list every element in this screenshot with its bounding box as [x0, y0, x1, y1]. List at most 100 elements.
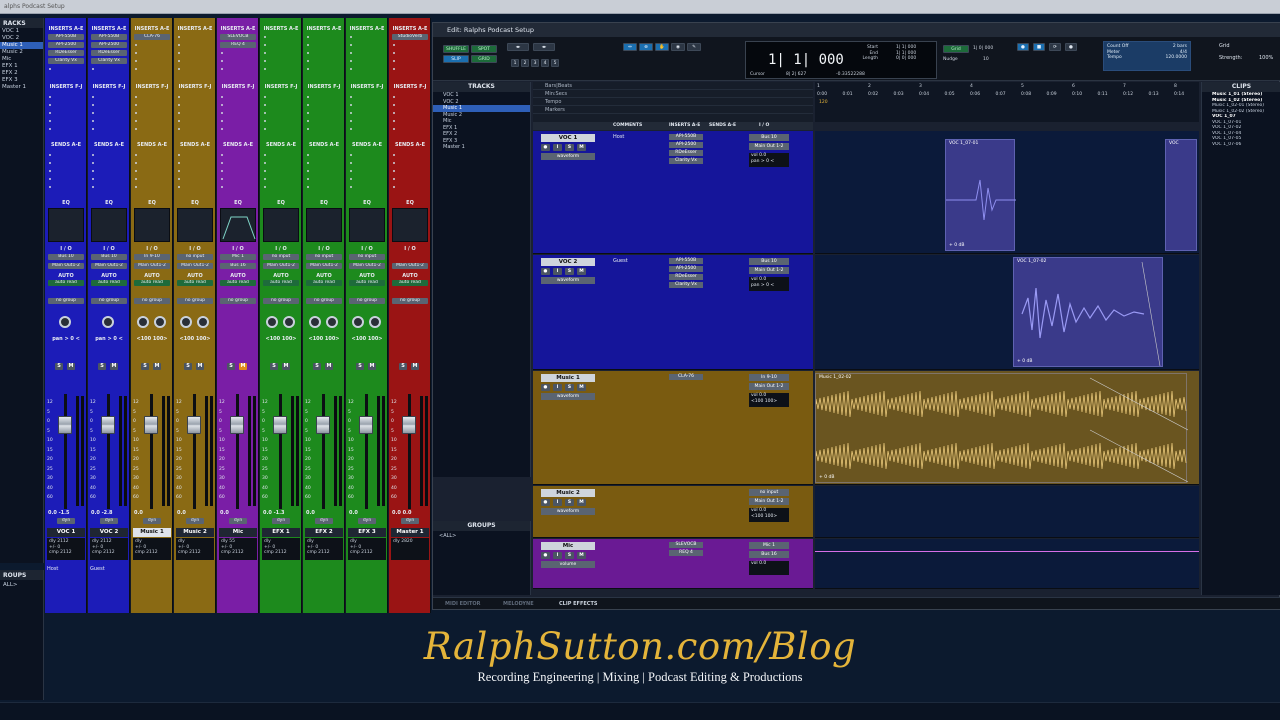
empty-slot[interactable]: [135, 162, 137, 164]
grid-value-label[interactable]: Grid: [943, 45, 969, 53]
input-selector[interactable]: Bus 10: [749, 134, 789, 141]
input-monitor-button[interactable]: I: [553, 268, 562, 275]
mute-button[interactable]: M: [577, 499, 586, 506]
empty-slot[interactable]: [307, 36, 309, 38]
input-selector[interactable]: Bus 10: [48, 254, 84, 260]
group-selector[interactable]: no group: [48, 298, 84, 304]
pan-knob[interactable]: [102, 316, 114, 328]
empty-slot[interactable]: [135, 68, 137, 70]
empty-slot[interactable]: [92, 96, 94, 98]
timeline-ruler[interactable]: 1 2 3 4 5 6 7 8 0:00 0:01 0:02 0:03 0:04 0:05 0:06 0:07…: [815, 82, 1199, 122]
volume-pan-readout[interactable]: vol 0.0 pan > 0 <: [749, 153, 789, 167]
empty-slot[interactable]: [393, 112, 395, 114]
track-list-item[interactable]: Music 1: [0, 42, 43, 49]
empty-slot[interactable]: [307, 154, 309, 156]
empty-slot[interactable]: [350, 112, 352, 114]
empty-slot[interactable]: [221, 186, 223, 188]
fader-track[interactable]: [408, 394, 411, 509]
nudge-value[interactable]: 10: [983, 57, 989, 62]
empty-slot[interactable]: [178, 128, 180, 130]
mute-button[interactable]: M: [153, 363, 161, 370]
empty-slot[interactable]: [49, 128, 51, 130]
solo-button[interactable]: S: [184, 363, 192, 370]
insert-slot[interactable]: RDeEsser: [48, 50, 84, 56]
eq-graph[interactable]: [91, 208, 127, 242]
solo-button[interactable]: S: [399, 363, 407, 370]
pan-left-knob[interactable]: [352, 316, 364, 328]
scrubber-tool-icon[interactable]: ◉: [671, 43, 685, 51]
dyn-button[interactable]: dyn: [143, 518, 161, 524]
volume-fader[interactable]: [359, 416, 373, 434]
spot-mode-button[interactable]: SPOT: [471, 45, 497, 53]
mute-button[interactable]: M: [239, 363, 247, 370]
empty-slot[interactable]: [264, 104, 266, 106]
mute-button[interactable]: M: [577, 384, 586, 391]
input-selector[interactable]: no input: [306, 254, 342, 260]
empty-slot[interactable]: [221, 178, 223, 180]
track-lane[interactable]: VOC 1_07-02 + 0 dB: [815, 255, 1199, 370]
trim-tool-icon[interactable]: ⇔: [623, 43, 637, 51]
empty-slot[interactable]: [264, 178, 266, 180]
insert-slot[interactable]: REQ 4: [220, 42, 256, 48]
automation-mode[interactable]: auto read: [91, 280, 127, 286]
track-lane[interactable]: Music 1_02-02 + 0 dB: [815, 371, 1199, 485]
input-monitor-button[interactable]: I: [553, 384, 562, 391]
track-view-selector[interactable]: waveform: [541, 393, 595, 400]
group-all[interactable]: ALL>: [0, 580, 43, 590]
empty-slot[interactable]: [135, 120, 137, 122]
empty-slot[interactable]: [178, 60, 180, 62]
empty-slot[interactable]: [135, 44, 137, 46]
eq-graph[interactable]: [392, 208, 428, 242]
pan-left-knob[interactable]: [266, 316, 278, 328]
insert-slot[interactable]: SLEVOCB: [220, 34, 256, 40]
empty-slot[interactable]: [221, 154, 223, 156]
solo-button[interactable]: S: [227, 363, 235, 370]
empty-slot[interactable]: [350, 178, 352, 180]
empty-slot[interactable]: [393, 96, 395, 98]
mute-button[interactable]: M: [282, 363, 290, 370]
output-selector[interactable]: Main Out1-2: [134, 263, 170, 269]
eq-graph[interactable]: [134, 208, 170, 242]
volume-fader[interactable]: [402, 416, 416, 434]
pan-knob[interactable]: [59, 316, 71, 328]
insert-slot[interactable]: RDeEsser: [91, 50, 127, 56]
empty-slot[interactable]: [221, 52, 223, 54]
eq-graph[interactable]: [263, 208, 299, 242]
main-counter[interactable]: 1| 1| 000 Start End Length 1| 1| 000 1| …: [745, 41, 937, 79]
track-name-button[interactable]: Master 1: [391, 528, 429, 537]
audio-clip[interactable]: VOC 1_07-01 + 0 dB: [945, 139, 1016, 251]
solo-button[interactable]: S: [565, 384, 574, 391]
track-name[interactable]: Mic: [541, 542, 595, 550]
empty-slot[interactable]: [350, 60, 352, 62]
fader-track[interactable]: [365, 394, 368, 509]
automation-mode[interactable]: auto read: [349, 280, 385, 286]
record-arm-button[interactable]: ●: [541, 268, 550, 275]
edit-group-all[interactable]: <ALL>: [433, 531, 530, 541]
group-selector[interactable]: no group: [392, 298, 428, 304]
empty-slot[interactable]: [307, 112, 309, 114]
track-list-item[interactable]: EFX 2: [0, 70, 43, 77]
empty-slot[interactable]: [178, 52, 180, 54]
empty-slot[interactable]: [350, 154, 352, 156]
track-name-button[interactable]: Music 2: [176, 528, 214, 537]
track-list-item[interactable]: Master 1: [0, 84, 43, 91]
pan-left-knob[interactable]: [309, 316, 321, 328]
empty-slot[interactable]: [135, 170, 137, 172]
zoom-preset-button[interactable]: 4: [541, 59, 549, 67]
fader-track[interactable]: [107, 394, 110, 509]
empty-slot[interactable]: [350, 44, 352, 46]
empty-slot[interactable]: [264, 36, 266, 38]
empty-slot[interactable]: [135, 96, 137, 98]
empty-slot[interactable]: [92, 162, 94, 164]
track-lane[interactable]: [815, 486, 1199, 538]
track-name-button[interactable]: EFX 1: [262, 528, 300, 537]
empty-slot[interactable]: [307, 162, 309, 164]
empty-slot[interactable]: [307, 186, 309, 188]
mute-button[interactable]: M: [411, 363, 419, 370]
empty-slot[interactable]: [49, 170, 51, 172]
empty-slot[interactable]: [49, 104, 51, 106]
empty-slot[interactable]: [307, 52, 309, 54]
track-name[interactable]: Music 2: [541, 489, 595, 497]
brand-title[interactable]: RalphSutton.com/Blog: [0, 625, 1280, 668]
empty-slot[interactable]: [221, 68, 223, 70]
